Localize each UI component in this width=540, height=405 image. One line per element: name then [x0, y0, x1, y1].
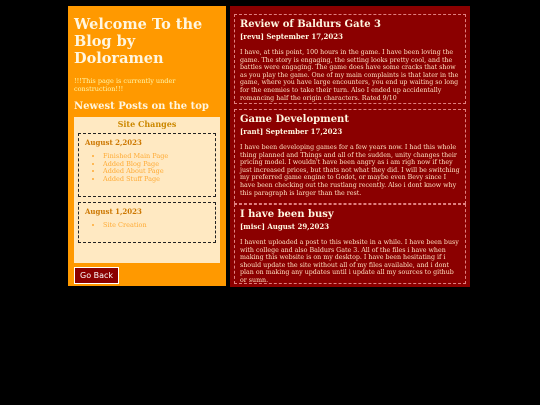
change-date: August 1,2023	[85, 207, 142, 216]
construction-notice: !!!This page is currently under construc…	[74, 77, 176, 93]
site-changes-panel: Site Changes August 2,2023 Finished Main…	[74, 117, 220, 263]
post-body: I have, at this point, 100 hours in the …	[240, 49, 459, 102]
site-changes-title: Site Changes	[117, 119, 177, 129]
post-meta: [misc] August 29,2023	[240, 222, 330, 231]
post-body: I havent uploaded a post to this website…	[240, 239, 459, 284]
post-meta: [rant] September 17,2023	[240, 127, 343, 136]
post-title: Review of Baldurs Gate 3	[240, 19, 382, 30]
change-item: Site Creation	[103, 221, 209, 230]
change-date: August 2,2023	[85, 138, 142, 147]
blog-post: I have been busy [misc] August 29,2023 I…	[234, 204, 466, 284]
post-body: I have been developing games for a few y…	[240, 144, 460, 197]
post-title: Game Development	[240, 114, 349, 125]
site-title: Welcome To the Blog by Doloramen	[74, 16, 203, 67]
change-list: Site Creation	[85, 221, 209, 230]
blog-post: Review of Baldurs Gate 3 [revu] Septembe…	[234, 14, 466, 104]
change-group: August 1,2023 Site Creation	[78, 202, 216, 243]
post-meta: [revu] September 17,2023	[240, 32, 343, 41]
change-group: August 2,2023 Finished Main Page Added B…	[78, 133, 216, 197]
go-back-button[interactable]: Go Back	[74, 267, 120, 284]
blog-post: Game Development [rant] September 17,202…	[234, 109, 466, 204]
change-item: Added Stuff Page	[103, 175, 209, 184]
newest-posts-heading: Newest Posts on the top	[74, 101, 209, 112]
change-list: Finished Main Page Added Blog Page Added…	[85, 152, 209, 184]
sidebar: Welcome To the Blog by Doloramen !!!This…	[68, 6, 226, 286]
post-title: I have been busy	[240, 209, 334, 220]
posts-column: Review of Baldurs Gate 3 [revu] Septembe…	[230, 6, 470, 287]
